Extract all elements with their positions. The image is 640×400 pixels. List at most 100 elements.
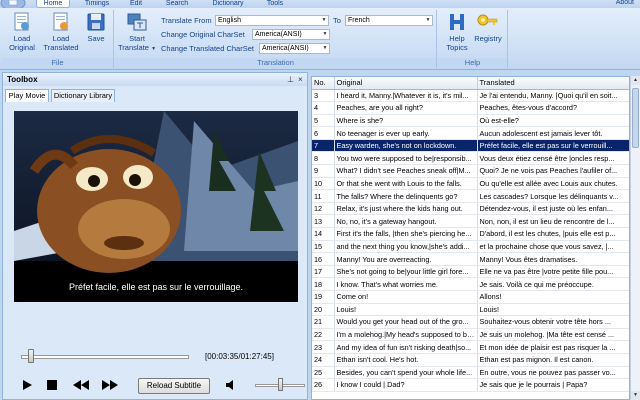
cell-translated[interactable]: Allons! [477, 290, 629, 304]
cell-original[interactable]: Ethan isn't cool. He's hot. [334, 353, 478, 367]
table-row[interactable]: 10 Or that she went with Louis to the fal… [312, 177, 629, 191]
cell-no[interactable]: 22 [312, 328, 335, 342]
cell-original[interactable]: Come on! [334, 290, 478, 304]
tab-search[interactable]: Search [160, 0, 194, 8]
cell-translated[interactable]: Je suis un molehog. |Ma tête est censé .… [477, 328, 629, 342]
table-row[interactable]: 23 And my idea of fun isn't risking death… [312, 340, 629, 354]
cell-no[interactable]: 9 [312, 164, 335, 178]
cell-no[interactable]: 3 [312, 89, 335, 103]
cell-no[interactable]: 20 [312, 303, 335, 317]
help-topics-button[interactable]: Help Topics [442, 12, 472, 52]
video-player[interactable]: Préfet facile, elle est pas sur le verro… [14, 111, 298, 302]
cell-no[interactable]: 4 [312, 101, 335, 115]
cell-translated[interactable]: Où est-elle? [477, 114, 629, 128]
cell-translated[interactable]: Je sais que je le pourrais | Papa? [477, 378, 629, 392]
column-header-original[interactable]: Original [334, 77, 478, 90]
table-row[interactable]: 3I heard it, Manny.|Whatever it is, it's… [312, 89, 629, 103]
cell-original[interactable]: Relax, it's just where the kids hang out… [334, 202, 478, 216]
pin-icon[interactable]: ⊥ [287, 73, 294, 86]
cell-translated[interactable]: Aucun adolescent est jamais lever tôt. [477, 126, 629, 140]
cell-no[interactable]: 8 [312, 151, 335, 166]
start-translate-button[interactable]: Start Translate ▼ [117, 12, 157, 54]
seek-thumb[interactable] [28, 349, 35, 363]
tab-edit[interactable]: Edit [124, 0, 148, 8]
table-row[interactable]: 21 Would you get your head out of the gro… [312, 315, 629, 329]
table-row[interactable]: 11 The falls? Where the delinquents go? Le… [312, 189, 629, 203]
cell-no[interactable]: 5 [312, 114, 335, 128]
cell-no[interactable]: 14 [312, 227, 335, 241]
tab-play-movie[interactable]: Play Movie [5, 89, 49, 102]
scroll-up-icon[interactable]: ▲ [631, 76, 640, 85]
cell-translated[interactable]: Je l'ai entendu, Manny. |Quoi qu'il en s… [477, 89, 629, 103]
cell-translated[interactable]: Louis! [477, 303, 629, 317]
cell-original[interactable]: No teenager is ever up early. [334, 126, 478, 140]
table-row[interactable]: 25 Besides, you can't spend your whole li… [312, 366, 629, 380]
table-row[interactable]: 15 and the next thing you know,|she's add… [312, 240, 629, 254]
play-icon[interactable] [20, 378, 34, 392]
cell-no[interactable]: 24 [312, 353, 335, 367]
volume-thumb[interactable] [278, 378, 283, 391]
cell-translated[interactable]: Ou qu'elle est allée avec Louis aux chut… [477, 177, 629, 191]
cell-no[interactable]: 12 [312, 202, 335, 216]
cell-no[interactable]: 10 [312, 177, 335, 191]
cell-original[interactable]: You two were supposed to be|responsib... [334, 151, 478, 166]
cell-original[interactable]: Louis! [334, 303, 478, 317]
cell-translated[interactable]: Souhaitez-vous obtenir votre tête hors .… [477, 315, 629, 329]
cell-translated[interactable]: Les cascades? Lorsque les délinquants v.… [477, 189, 629, 203]
scroll-down-icon[interactable]: ▼ [631, 391, 640, 400]
cell-translated[interactable]: Quoi? Je ne vois pas Peaches l'aufiler o… [477, 164, 629, 178]
column-header-translated[interactable]: Translated [477, 77, 629, 90]
seek-bar[interactable] [21, 355, 189, 359]
translated-charset-select[interactable]: America(ANSI) ▼ [259, 43, 330, 54]
table-row[interactable]: 7 Easy warden, she's not on lockdown. Préf… [312, 139, 629, 153]
tab-dictionary-library[interactable]: Dictionary Library [51, 89, 115, 102]
rewind-icon[interactable] [71, 378, 91, 392]
cell-no[interactable]: 13 [312, 214, 335, 229]
close-icon[interactable]: × [298, 73, 303, 86]
cell-translated[interactable]: D'abord, il est les chutes, |puis elle e… [477, 227, 629, 241]
cell-original[interactable]: Easy warden, she's not on lockdown. [334, 139, 478, 153]
reload-subtitle-button[interactable]: Reload Subtitle [138, 378, 210, 394]
cell-translated[interactable]: En outre, vous ne pouvez pas passer vo..… [477, 366, 629, 380]
registry-button[interactable]: Registry [472, 12, 504, 43]
table-row[interactable]: 14 First it's the falls, |then she's pier… [312, 227, 629, 241]
cell-translated[interactable]: Vous deux étiez censé être |oncles resp.… [477, 151, 629, 166]
table-row[interactable]: 16 Manny! You are overreacting. Manny! Vou… [312, 252, 629, 266]
table-row[interactable]: 13 No, no, it's a gateway hangout. Non, no… [312, 214, 629, 229]
tab-tools[interactable]: Tools [263, 0, 287, 8]
cell-no[interactable]: 26 [312, 378, 335, 392]
table-row[interactable]: 26 I know I could | Dad? Je sais que je le… [312, 378, 629, 392]
cell-translated[interactable]: Non, non, il est un lieu de rencontre de… [477, 214, 629, 229]
translate-from-select[interactable]: English ▼ [215, 15, 329, 26]
cell-original[interactable]: I know I could | Dad? [334, 378, 478, 392]
cell-no[interactable]: 25 [312, 366, 335, 380]
volume-icon[interactable] [224, 378, 238, 392]
cell-no[interactable]: 21 [312, 315, 335, 329]
table-row[interactable]: 18 I know. That's what worries me. Je sais… [312, 277, 629, 291]
load-original-button[interactable]: Load Original [6, 12, 38, 52]
table-row[interactable]: 24 Ethan isn't cool. He's hot. Ethan est p… [312, 353, 629, 367]
cell-translated[interactable]: Je sais. Voilà ce qui me préoccupe. [477, 277, 629, 291]
cell-no[interactable]: 7 [312, 139, 335, 153]
cell-original[interactable]: and the next thing you know,|she's addi.… [334, 240, 478, 254]
cell-original[interactable]: The falls? Where the delinquents go? [334, 189, 478, 203]
cell-translated[interactable]: Et mon idée de plaisir est pas risquer l… [477, 340, 629, 354]
original-charset-select[interactable]: America(ANSI) ▼ [252, 29, 330, 40]
tab-timings[interactable]: Timings [78, 0, 116, 8]
stop-icon[interactable] [45, 378, 59, 392]
cell-no[interactable]: 23 [312, 340, 335, 354]
table-row[interactable]: 19 Come on! Allons! [312, 290, 629, 304]
cell-original[interactable]: No, no, it's a gateway hangout. [334, 214, 478, 229]
cell-original[interactable]: What? I didn't see Peaches sneak off|M..… [334, 164, 478, 178]
cell-translated[interactable]: Préfet facile, elle est pas sur le verro… [477, 139, 629, 153]
cell-no[interactable]: 15 [312, 240, 335, 254]
cell-original[interactable]: Besides, you can't spend your whole life… [334, 366, 478, 380]
cell-translated[interactable]: Manny! Vous êtes dramatises. [477, 252, 629, 266]
cell-translated[interactable]: Elle ne va pas être |votre petite fille … [477, 265, 629, 279]
column-header-no[interactable]: No. [312, 77, 335, 90]
table-row[interactable]: 8 You two were supposed to be|responsib..… [312, 151, 629, 166]
save-button[interactable]: Save [82, 12, 110, 43]
cell-original[interactable]: Peaches, are you all right? [334, 101, 478, 115]
cell-original[interactable]: Where is she? [334, 114, 478, 128]
table-row[interactable]: 17 She's not going to be|your little girl… [312, 265, 629, 279]
